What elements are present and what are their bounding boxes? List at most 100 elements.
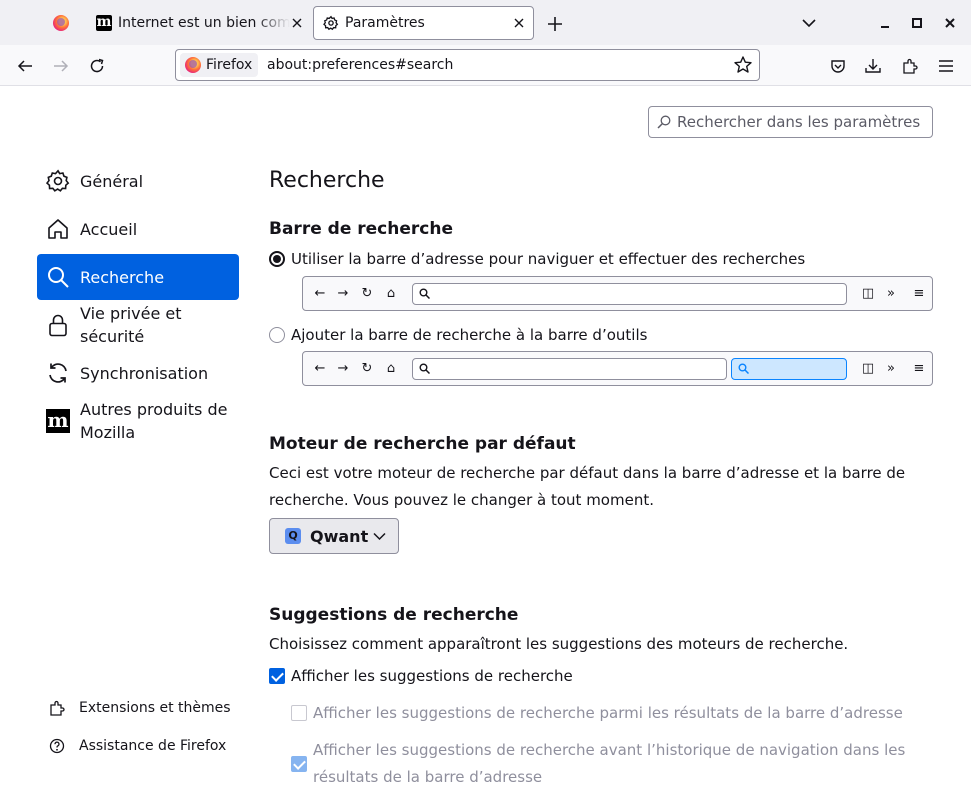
sidebar-item-label: Accueil (80, 219, 138, 239)
gear-icon (45, 168, 71, 194)
search-preferences-input[interactable]: Rechercher dans les paramètres (648, 106, 933, 138)
maximize-button[interactable] (906, 12, 928, 34)
search-bar-heading: Barre de recherche (269, 219, 453, 239)
new-tab-button[interactable] (543, 12, 567, 36)
footer-label: Assistance de Firefox (79, 738, 227, 754)
sidebar-item-vie-privee[interactable]: Vie privée et sécurité (37, 302, 239, 348)
suggestions-heading: Suggestions de recherche (269, 605, 519, 625)
minimize-button[interactable] (874, 12, 896, 34)
radio-use-urlbar[interactable]: Utiliser la barre d’adresse pour navigue… (269, 250, 805, 268)
home-icon: ⌂ (386, 286, 396, 301)
sidebar-item-synchronisation[interactable]: Synchronisation (37, 353, 239, 393)
puzzle-icon (903, 58, 918, 74)
tab-strip: m Internet est un bien commun Paramètres (0, 0, 971, 45)
overflow-icon: » (887, 286, 895, 301)
puzzle-icon (46, 697, 68, 719)
close-icon (945, 18, 955, 28)
menu-icon: ≡ (913, 361, 925, 376)
urlbar-only-preview: ← → ↻ ⌂ ◫ » ≡ (302, 276, 933, 311)
qwant-icon: Q (285, 528, 301, 544)
download-icon (865, 59, 881, 73)
menu-icon: ≡ (913, 286, 925, 301)
search-icon (657, 115, 671, 129)
firefox-logo-icon (185, 57, 201, 73)
search-icon (45, 264, 71, 290)
search-icon (738, 363, 749, 374)
preview-urlbar (412, 358, 727, 380)
extensions-button[interactable] (897, 53, 923, 79)
default-engine-description: Ceci est votre moteur de recherche par d… (269, 464, 906, 509)
overflow-icon: » (887, 361, 895, 376)
sidebar-item-general[interactable]: Général (37, 161, 239, 201)
url-bar[interactable]: Firefox about:preferences#search (175, 49, 760, 81)
forward-icon: → (337, 361, 349, 376)
gear-icon (323, 15, 339, 31)
close-tab-icon[interactable] (509, 13, 529, 33)
identity-label: Firefox (206, 57, 253, 73)
radio-button[interactable] (269, 251, 285, 267)
identity-box[interactable]: Firefox (180, 53, 259, 77)
checkbox-label: Afficher les suggestions de recherche pa… (313, 704, 903, 722)
menu-button[interactable] (933, 53, 959, 79)
back-button[interactable] (12, 53, 38, 79)
mozilla-logo-icon: m (96, 14, 112, 31)
help-icon (46, 735, 68, 757)
close-tab-icon[interactable] (287, 13, 307, 33)
suggestions-description: Choisissez comment apparaîtront les sugg… (269, 635, 849, 653)
tab-internet-bien-commun[interactable]: m Internet est un bien commun (88, 6, 310, 40)
sidebar-footer-assistance[interactable]: Assistance de Firefox (46, 735, 226, 757)
engine-name: Qwant (310, 526, 369, 546)
forward-button[interactable] (48, 53, 74, 79)
list-all-tabs-button[interactable] (798, 12, 820, 34)
radio-label: Ajouter la barre de recherche à la barre… (291, 326, 648, 344)
sync-icon (45, 360, 71, 386)
firefox-logo-icon (53, 15, 69, 31)
tab-firefox-home[interactable] (36, 6, 86, 40)
back-icon: ← (314, 286, 326, 301)
hamburger-menu-icon (939, 60, 953, 72)
pocket-button[interactable] (825, 53, 851, 79)
default-engine-dropdown[interactable]: Q Qwant (269, 518, 399, 554)
sidebar-footer-extensions[interactable]: Extensions et thèmes (46, 697, 231, 719)
sidebar-item-recherche[interactable]: Recherche (37, 254, 239, 300)
reload-button[interactable] (84, 53, 110, 79)
close-window-button[interactable] (939, 12, 961, 34)
tab-parametres[interactable]: Paramètres (313, 6, 534, 40)
lock-icon (45, 312, 71, 338)
radio-add-searchbar[interactable]: Ajouter la barre de recherche à la barre… (269, 326, 647, 344)
sidebar-icon: ◫ (861, 361, 875, 376)
arrow-right-icon (54, 60, 69, 72)
page-title: Recherche (269, 168, 385, 193)
preview-searchbar (731, 358, 847, 380)
sidebar-icon: ◫ (861, 286, 875, 301)
preview-urlbar (412, 283, 847, 305)
checkbox-show-before-history[interactable]: Afficher les suggestions de recherche av… (291, 737, 921, 791)
arrow-left-icon (17, 60, 32, 72)
search-icon (419, 288, 430, 299)
sidebar-item-label: Autres produits de Mozilla (80, 400, 228, 442)
checkbox[interactable] (291, 756, 307, 772)
search-icon (419, 363, 430, 374)
checkbox-show-suggestions[interactable]: Afficher les suggestions de recherche (269, 663, 573, 690)
radio-button[interactable] (269, 327, 285, 343)
mozilla-logo-icon: m (46, 408, 70, 433)
downloads-button[interactable] (860, 53, 886, 79)
minimize-icon (881, 26, 889, 28)
checkbox-show-in-urlbar-results[interactable]: Afficher les suggestions de recherche pa… (291, 700, 903, 727)
sidebar-item-autres-produits[interactable]: m Autres produits de Mozilla (37, 397, 239, 445)
reload-icon: ↻ (361, 361, 373, 376)
sidebar-item-label: Vie privée et sécurité (80, 304, 182, 346)
sidebar-item-label: Synchronisation (80, 363, 209, 383)
back-icon: ← (314, 361, 326, 376)
checkbox-label: Afficher les suggestions de recherche (291, 667, 573, 685)
sidebar-item-label: Général (80, 171, 144, 191)
checkbox[interactable] (291, 705, 307, 721)
footer-label: Extensions et thèmes (79, 700, 231, 716)
reload-icon: ↻ (361, 286, 373, 301)
chevron-down-icon (373, 532, 386, 540)
checkbox[interactable] (269, 668, 285, 684)
home-icon: ⌂ (386, 361, 396, 376)
url-text[interactable]: about:preferences#search (267, 57, 453, 73)
sidebar-item-accueil[interactable]: Accueil (37, 209, 239, 249)
bookmark-star-icon[interactable] (733, 55, 753, 75)
